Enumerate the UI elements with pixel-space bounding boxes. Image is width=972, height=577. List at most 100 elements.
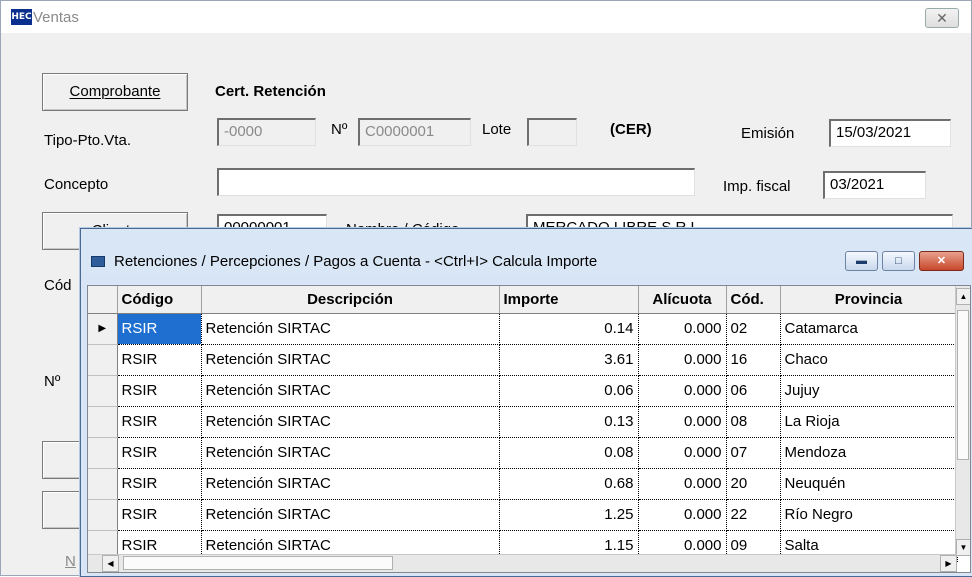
row-indicator[interactable] (88, 437, 118, 469)
hidden-button-1[interactable] (42, 441, 82, 479)
codigo-cell[interactable]: RSIR (117, 344, 202, 376)
numero-field[interactable]: C0000001 (358, 118, 471, 146)
scroll-left-icon[interactable]: ◀ (102, 555, 119, 572)
dialog-title-bar: Retenciones / Percepciones / Pagos a Cue… (81, 229, 972, 274)
provincia-cell[interactable]: La Rioja (780, 406, 958, 438)
table-row[interactable]: RSIR Retención SIRTAC 0.13 0.000 08 La Rioja (88, 406, 958, 438)
alicuota-cell[interactable]: 0.000 (638, 468, 727, 500)
column-header-importe[interactable]: Importe (499, 286, 639, 314)
codigo-cell[interactable]: RSIR (117, 406, 202, 438)
table-row[interactable]: RSIR Retención SIRTAC 0.68 0.000 20 Neuquén (88, 468, 958, 500)
row-indicator[interactable] (88, 468, 118, 500)
alicuota-cell[interactable]: 0.000 (638, 437, 727, 469)
lote-label: Lote (482, 121, 512, 138)
alicuota-cell[interactable]: 0.000 (638, 344, 727, 376)
retenciones-grid[interactable]: Código Descripción Importe Alícuota Cód.… (87, 285, 971, 573)
table-header-row: Código Descripción Importe Alícuota Cód.… (88, 286, 958, 314)
column-header-codigo[interactable]: Código (117, 286, 202, 314)
close-icon: ✕ (936, 10, 948, 26)
maximize-button[interactable]: □ (882, 251, 915, 271)
grid-icon (91, 256, 105, 267)
codigo-cell[interactable]: RSIR (117, 499, 202, 531)
importe-cell[interactable]: 0.68 (499, 468, 639, 500)
cod-cell[interactable]: 06 (726, 375, 781, 407)
hidden-button-2[interactable] (42, 491, 82, 529)
descripcion-cell[interactable]: Retención SIRTAC (201, 313, 500, 345)
horizontal-scrollbar[interactable]: ◀ ▶ (88, 554, 957, 572)
retenciones-dialog: Retenciones / Percepciones / Pagos a Cue… (80, 228, 972, 577)
provincia-cell[interactable]: Catamarca (780, 313, 958, 345)
provincia-cell[interactable]: Neuquén (780, 468, 958, 500)
numero-label: Nº (331, 121, 348, 138)
cod-cell[interactable]: 02 (726, 313, 781, 345)
row-indicator[interactable] (88, 344, 118, 376)
dialog-close-button[interactable]: ✕ (919, 251, 964, 271)
importe-cell[interactable]: 0.06 (499, 375, 639, 407)
descripcion-cell[interactable]: Retención SIRTAC (201, 437, 500, 469)
column-header-descripcion[interactable]: Descripción (201, 286, 500, 314)
tipo-pto-vta-label: Tipo-Pto.Vta. (44, 132, 131, 149)
importe-cell[interactable]: 0.08 (499, 437, 639, 469)
cod-cell[interactable]: 22 (726, 499, 781, 531)
importe-cell[interactable]: 0.13 (499, 406, 639, 438)
cod-cell[interactable]: 08 (726, 406, 781, 438)
scroll-up-icon[interactable]: ▲ (956, 288, 970, 305)
provincia-cell[interactable]: Río Negro (780, 499, 958, 531)
table-row[interactable]: ▶ RSIR Retención SIRTAC 0.14 0.000 02 Catamarc… (88, 313, 958, 345)
cod-partial-label: Cód (44, 277, 72, 294)
current-row-indicator-icon[interactable]: ▶ (88, 313, 118, 345)
cod-cell[interactable]: 07 (726, 437, 781, 469)
comprobante-button[interactable]: Comprobante (42, 73, 188, 111)
emision-field[interactable]: 15/03/2021 (829, 119, 951, 147)
row-indicator[interactable] (88, 375, 118, 407)
cer-label: (CER) (610, 121, 652, 138)
codigo-cell[interactable]: RSIR (117, 313, 202, 345)
column-header-alicuota[interactable]: Alícuota (638, 286, 727, 314)
codigo-cell[interactable]: RSIR (117, 468, 202, 500)
minimize-icon: ▬ (856, 255, 867, 267)
importe-cell[interactable]: 0.14 (499, 313, 639, 345)
vertical-scroll-thumb[interactable] (957, 310, 969, 460)
descripcion-cell[interactable]: Retención SIRTAC (201, 499, 500, 531)
column-header-cod[interactable]: Cód. (726, 286, 781, 314)
tipo-pto-vta-field[interactable]: -0000 (217, 118, 316, 146)
table-row[interactable]: RSIR Retención SIRTAC 0.06 0.000 06 Jujuy (88, 375, 958, 407)
imp-fiscal-field[interactable]: 03/2021 (823, 171, 926, 199)
alicuota-cell[interactable]: 0.000 (638, 499, 727, 531)
descripcion-cell[interactable]: Retención SIRTAC (201, 375, 500, 407)
hec-app-icon: HEC (11, 9, 32, 25)
vertical-scrollbar[interactable]: ▲ ▼ (955, 286, 970, 556)
alicuota-cell[interactable]: 0.000 (638, 375, 727, 407)
descripcion-cell[interactable]: Retención SIRTAC (201, 468, 500, 500)
provincia-cell[interactable]: Chaco (780, 344, 958, 376)
alicuota-cell[interactable]: 0.000 (638, 406, 727, 438)
table-row[interactable]: RSIR Retención SIRTAC 1.25 0.000 22 Río Negro (88, 499, 958, 531)
minimize-button[interactable]: ▬ (845, 251, 878, 271)
row-indicator[interactable] (88, 406, 118, 438)
cod-cell[interactable]: 20 (726, 468, 781, 500)
scroll-right-icon[interactable]: ▶ (940, 555, 957, 572)
descripcion-cell[interactable]: Retención SIRTAC (201, 406, 500, 438)
dialog-title: Retenciones / Percepciones / Pagos a Cue… (114, 253, 598, 270)
table-row[interactable]: RSIR Retención SIRTAC 0.08 0.000 07 Mendoza (88, 437, 958, 469)
provincia-cell[interactable]: Mendoza (780, 437, 958, 469)
alicuota-cell[interactable]: 0.000 (638, 313, 727, 345)
concepto-field[interactable] (217, 168, 695, 196)
descripcion-cell[interactable]: Retención SIRTAC (201, 344, 500, 376)
importe-cell[interactable]: 3.61 (499, 344, 639, 376)
close-icon: ✕ (936, 255, 947, 267)
row-indicator[interactable] (88, 499, 118, 531)
importe-cell[interactable]: 1.25 (499, 499, 639, 531)
column-header-provincia[interactable]: Provincia (780, 286, 958, 314)
close-button[interactable]: ✕ (925, 8, 959, 28)
imp-fiscal-label: Imp. fiscal (723, 178, 791, 195)
codigo-cell[interactable]: RSIR (117, 375, 202, 407)
cod-cell[interactable]: 16 (726, 344, 781, 376)
codigo-cell[interactable]: RSIR (117, 437, 202, 469)
horizontal-scroll-thumb[interactable] (123, 556, 393, 570)
table-row[interactable]: RSIR Retención SIRTAC 3.61 0.000 16 Chaco (88, 344, 958, 376)
maximize-icon: □ (895, 255, 902, 267)
scroll-down-icon[interactable]: ▼ (956, 539, 970, 556)
lote-field[interactable] (527, 118, 577, 146)
provincia-cell[interactable]: Jujuy (780, 375, 958, 407)
